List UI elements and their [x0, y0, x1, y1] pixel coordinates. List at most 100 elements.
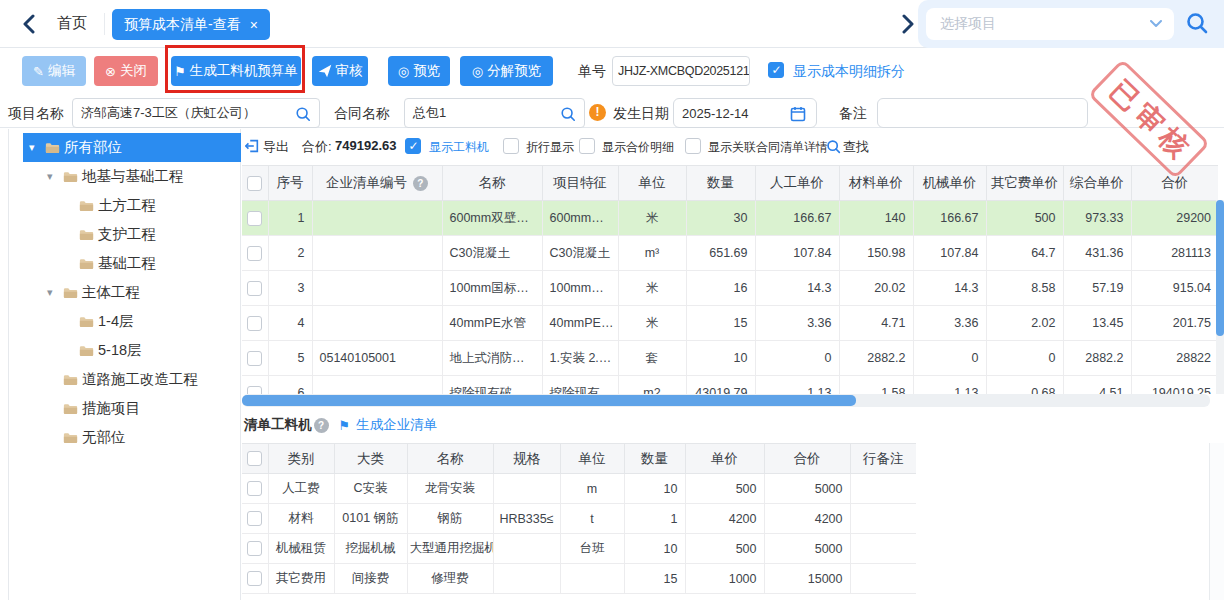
search-icon[interactable] — [560, 106, 576, 122]
table-row[interactable]: 6挖除现有破…挖除现有…m243019.791.131.581.130.684.… — [242, 376, 1218, 395]
row-checkbox[interactable] — [247, 281, 262, 296]
row-checkbox[interactable] — [247, 481, 262, 496]
audit-button[interactable]: 审核 — [312, 56, 368, 86]
cell: 651.69 — [686, 236, 755, 271]
cell: 5000 — [764, 534, 850, 564]
calendar-icon[interactable] — [790, 106, 806, 122]
row-checkbox[interactable] — [247, 351, 262, 366]
tree-item[interactable]: ▾1-4层 — [9, 307, 240, 336]
row-checkbox[interactable] — [247, 511, 262, 526]
cell: 64.7 — [986, 236, 1063, 271]
tree-item[interactable]: ▾基础工程 — [9, 249, 240, 278]
bottom-panel-title: 清单工料机 — [244, 416, 312, 434]
table-row[interactable]: 505140105001地上式消防…1.安装 2.…套1002882.20028… — [242, 341, 1218, 376]
tree-item[interactable]: ▾地基与基础工程 — [9, 162, 240, 191]
select-all-checkbox[interactable] — [247, 176, 262, 191]
select-all-checkbox[interactable] — [247, 451, 262, 466]
vertical-scrollbar-thumb[interactable] — [1216, 200, 1224, 336]
edit-button[interactable]: ✎编辑 — [22, 56, 86, 86]
tree-item-label: 基础工程 — [98, 254, 156, 273]
date-input[interactable]: 2025-12-14 — [673, 98, 817, 128]
table-row[interactable]: 其它费用间接费修理费15100015000 — [242, 564, 916, 594]
find-label[interactable]: 查找 — [843, 138, 869, 156]
remark-input[interactable] — [877, 98, 1088, 128]
cell: 4200 — [764, 504, 850, 534]
remark-label: 备注 — [839, 105, 867, 123]
cell: 0 — [755, 341, 839, 376]
cell: 915.04 — [1131, 271, 1218, 306]
project-select[interactable]: 选择项目 — [926, 8, 1174, 40]
search-icon[interactable] — [1185, 11, 1209, 35]
show-total-detail-label[interactable]: 显示合价明细 — [602, 139, 674, 156]
row-checkbox[interactable] — [247, 316, 262, 331]
cell: 米 — [618, 271, 686, 306]
folder-icon — [63, 171, 78, 183]
show-cost-split-checkbox[interactable] — [768, 62, 784, 78]
date-label: 发生日期 — [613, 105, 669, 123]
table-row[interactable]: 2C30混凝土C30混凝土m³651.69107.84150.98107.846… — [242, 236, 1218, 271]
tree-item[interactable]: ▾无部位 — [9, 423, 240, 452]
generate-enterprise-list-button[interactable]: 生成企业清单 — [356, 416, 437, 434]
show-contract-detail-checkbox[interactable] — [685, 138, 701, 154]
folder-icon — [45, 142, 60, 154]
cell — [493, 564, 560, 594]
order-number-label: 单号 — [578, 63, 606, 81]
caret-down-icon[interactable]: ▾ — [29, 141, 45, 154]
decompose-preview-button[interactable]: ◎分解预览 — [460, 56, 553, 86]
find-icon[interactable] — [826, 139, 841, 154]
cell: C安装 — [334, 474, 407, 504]
show-contract-detail-label[interactable]: 显示关联合同清单详情 — [708, 139, 828, 156]
order-number-input[interactable]: JHJZ-XMCBQD2025121 — [612, 56, 750, 86]
flag-icon: ⚑ — [339, 418, 351, 433]
table-row[interactable]: 材料0101 钢筋钢筋HRB335≤t142004200 — [242, 504, 916, 534]
row-checkbox[interactable] — [247, 246, 262, 261]
show-material-checkbox[interactable] — [405, 138, 421, 154]
caret-down-icon[interactable]: ▾ — [47, 286, 63, 299]
show-material-label[interactable]: 显示工料机 — [429, 139, 489, 156]
show-total-detail-checkbox[interactable] — [579, 138, 595, 154]
row-checkbox[interactable] — [247, 571, 262, 586]
project-name-input[interactable]: 济邹高速7-3工区（庆虹公司） — [72, 98, 320, 128]
column-header: 规格 — [493, 444, 560, 474]
table-row[interactable]: 3100mm国标…100mm…米1614.320.0214.38.5857.19… — [242, 271, 1218, 306]
cell: 15000 — [764, 564, 850, 594]
table-row[interactable]: 人工费C安装龙骨安装m105005000 — [242, 474, 916, 504]
tree-item[interactable]: ▾5-18层 — [9, 336, 240, 365]
cell: 5000 — [764, 474, 850, 504]
row-checkbox[interactable] — [247, 386, 262, 394]
contract-name-input[interactable]: 总包1 — [404, 98, 585, 128]
search-icon[interactable] — [295, 106, 311, 122]
row-checkbox[interactable] — [247, 211, 262, 226]
horizontal-scrollbar[interactable] — [242, 394, 1210, 407]
preview-button[interactable]: ◎预览 — [388, 56, 450, 86]
caret-down-icon[interactable]: ▾ — [47, 170, 63, 183]
back-icon[interactable] — [22, 14, 36, 34]
horizontal-scrollbar-thumb[interactable] — [242, 395, 856, 406]
tree-item[interactable]: ▾土方工程 — [9, 191, 240, 220]
show-cost-split-label[interactable]: 显示成本明细拆分 — [793, 63, 905, 81]
tab-close-icon[interactable]: × — [250, 17, 258, 33]
material-machine-table: 类别大类名称规格单位数量单价合价行备注人工费C安装龙骨安装m105005000材… — [242, 443, 916, 594]
wrap-line-checkbox[interactable] — [503, 138, 519, 154]
table-row[interactable]: 440mmPE水管40mmPE…米153.364.713.362.0213.45… — [242, 306, 1218, 341]
tab-divider — [104, 13, 105, 35]
tab-active[interactable]: 预算成本清单-查看 × — [112, 9, 270, 40]
row-checkbox[interactable] — [247, 541, 262, 556]
table-row[interactable]: 1600mm双壁…600mm…米30166.67140166.67500973.… — [242, 201, 1218, 236]
tree-item-label: 土方工程 — [98, 196, 156, 215]
tree-item[interactable]: ▾支护工程 — [9, 220, 240, 249]
tab-home[interactable]: 首页 — [57, 14, 87, 33]
cell: 30 — [686, 201, 755, 236]
cell: 4.51 — [1063, 376, 1131, 395]
export-icon[interactable] — [244, 138, 260, 154]
close-button[interactable]: ⊗关闭 — [94, 56, 158, 86]
tree-item[interactable]: ▾主体工程 — [9, 278, 240, 307]
forward-icon[interactable] — [901, 14, 915, 34]
tree-item[interactable]: ▾所有部位 — [23, 133, 241, 162]
wrap-line-label[interactable]: 折行显示 — [526, 139, 574, 156]
export-button[interactable]: 导出 — [263, 138, 289, 156]
vertical-scrollbar[interactable] — [1216, 200, 1224, 394]
tree-item[interactable]: ▾道路施工改造工程 — [9, 365, 240, 394]
table-row[interactable]: 机械租赁挖掘机械大型通用挖掘机台班105005000 — [242, 534, 916, 564]
tree-item[interactable]: ▾措施项目 — [9, 394, 240, 423]
